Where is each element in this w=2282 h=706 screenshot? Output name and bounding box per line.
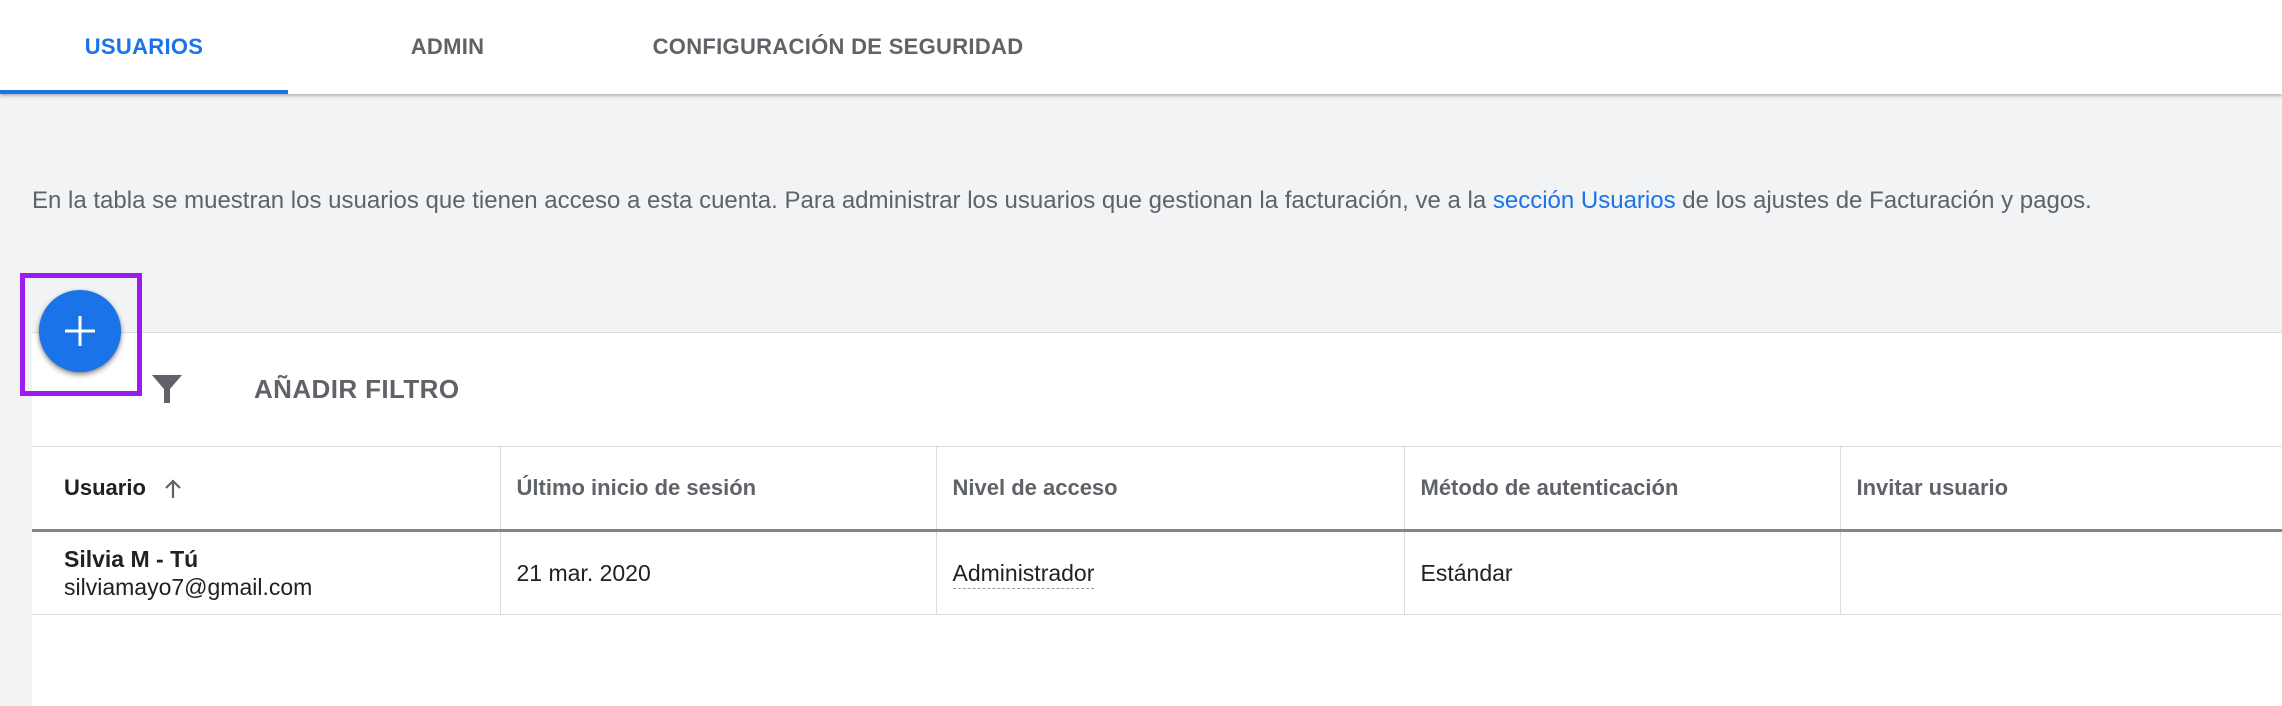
table-header-row: Usuario Último inicio de sesión Nivel de…	[32, 446, 2282, 531]
tab-admin[interactable]: ADMIN	[360, 0, 535, 94]
page-description: En la tabla se muestran los usuarios que…	[32, 187, 2092, 215]
arrow-up-icon	[165, 479, 181, 499]
plus-icon	[65, 316, 95, 346]
tab-configuracion-seguridad-label: CONFIGURACIÓN DE SEGURIDAD	[652, 34, 1024, 59]
column-header-invitar-usuario[interactable]: Invitar usuario	[1840, 446, 2282, 531]
tab-bar: USUARIOS ADMIN CONFIGURACIÓN DE SEGURIDA…	[0, 0, 2282, 94]
user-email: silviamayo7@gmail.com	[64, 574, 313, 600]
active-tab-indicator	[0, 90, 288, 94]
column-header-usuario[interactable]: Usuario	[32, 446, 501, 531]
filter-icon[interactable]	[150, 372, 184, 406]
users-table: Usuario Último inicio de sesión Nivel de…	[32, 446, 2282, 615]
description-text-after: de los ajustes de Facturación y pagos.	[1675, 187, 2092, 214]
description-text-before: En la tabla se muestran los usuarios que…	[32, 187, 1493, 214]
auth-method-cell: Estándar	[1404, 530, 1841, 615]
tab-configuracion-seguridad[interactable]: CONFIGURACIÓN DE SEGURIDAD	[628, 0, 1048, 94]
seccion-usuarios-link[interactable]: sección Usuarios	[1493, 187, 1676, 214]
user-cell: Silvia M - Tú silviamayo7@gmail.com	[32, 530, 501, 615]
user-name: Silvia M - Tú	[64, 546, 199, 572]
table-row[interactable]: Silvia M - Tú silviamayo7@gmail.com 21 m…	[32, 530, 2282, 615]
column-header-usuario-label: Usuario	[64, 475, 146, 500]
tab-admin-label: ADMIN	[410, 34, 485, 59]
column-header-ultimo-inicio[interactable]: Último inicio de sesión	[500, 446, 937, 531]
access-level-value[interactable]: Administrador	[952, 559, 1095, 589]
last-login-cell: 21 mar. 2020	[500, 530, 937, 615]
card-divider	[32, 332, 2282, 333]
tab-usuarios-label: USUARIOS	[84, 34, 204, 59]
invite-user-cell	[1840, 530, 2282, 615]
add-filter-button[interactable]: AÑADIR FILTRO	[254, 374, 459, 405]
column-header-nivel-acceso[interactable]: Nivel de acceso	[936, 446, 1405, 531]
add-user-button[interactable]	[39, 290, 121, 372]
access-level-cell: Administrador	[936, 530, 1405, 615]
column-header-metodo-autenticacion[interactable]: Método de autenticación	[1404, 446, 1841, 531]
tab-usuarios[interactable]: USUARIOS	[0, 0, 288, 94]
